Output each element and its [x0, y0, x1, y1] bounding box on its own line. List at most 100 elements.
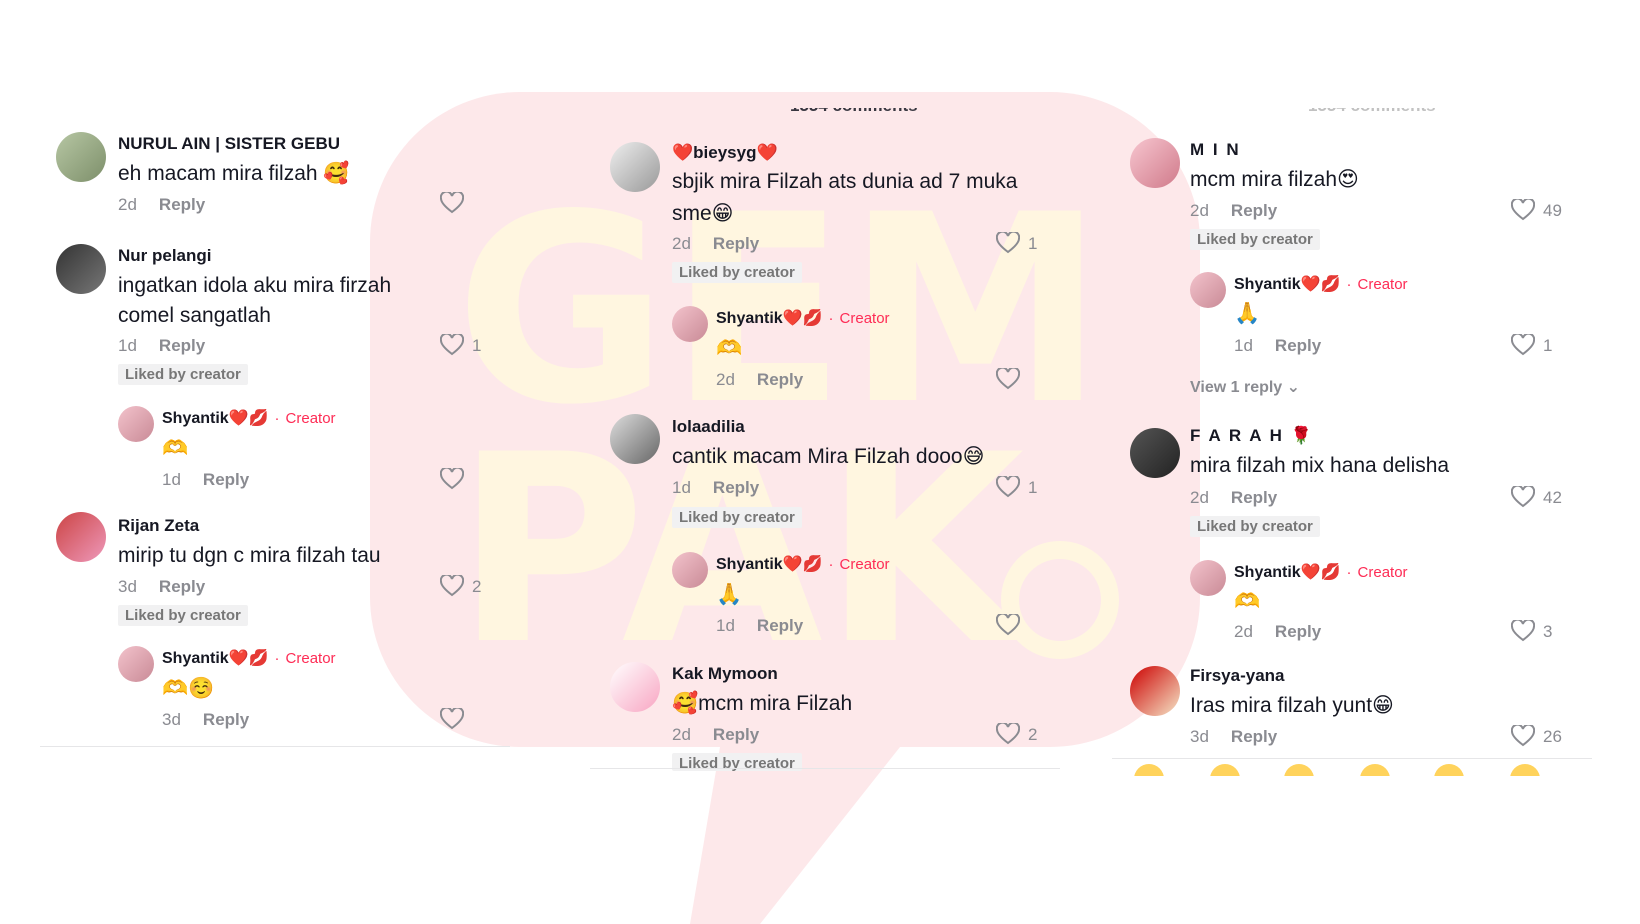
- reply-button[interactable]: Reply: [159, 336, 205, 355]
- like-heart-icon[interactable]: [1511, 486, 1535, 508]
- liked-by-creator-badge: Liked by creator: [1190, 229, 1320, 250]
- avatar[interactable]: [610, 414, 660, 464]
- like-heart-icon[interactable]: [440, 468, 464, 490]
- comment-time: 1d: [1234, 336, 1253, 355]
- reply-button[interactable]: Reply: [203, 710, 249, 729]
- comment-time: 1d: [162, 470, 181, 489]
- username[interactable]: Firsya-yana: [1190, 666, 1285, 686]
- liked-by-creator-badge: Liked by creator: [118, 364, 248, 385]
- username[interactable]: Kak Mymoon: [672, 664, 778, 684]
- comment-meta: 2d Reply: [1190, 201, 1277, 221]
- avatar[interactable]: [56, 244, 106, 294]
- username-text: Shyantik❤️💋: [162, 650, 269, 667]
- like-heart-icon[interactable]: [996, 232, 1020, 254]
- comment-time: 1d: [118, 336, 137, 355]
- reply-button[interactable]: Reply: [203, 470, 249, 489]
- divider: [40, 746, 510, 747]
- username[interactable]: Nur pelangi: [118, 246, 212, 266]
- like-heart-icon[interactable]: [996, 476, 1020, 498]
- reply-button[interactable]: Reply: [1231, 727, 1277, 746]
- comment-meta: 2d Reply: [1190, 488, 1277, 508]
- divider: [590, 768, 1060, 769]
- avatar[interactable]: [1130, 666, 1180, 716]
- comment-time: 3d: [118, 577, 137, 596]
- username[interactable]: ❤️bieysyg❤️: [672, 143, 778, 163]
- avatar[interactable]: [1130, 138, 1180, 188]
- reply-button[interactable]: Reply: [1275, 622, 1321, 641]
- avatar[interactable]: [56, 512, 106, 562]
- username-text: Shyantik❤️💋: [716, 310, 823, 327]
- reply-button[interactable]: Reply: [713, 725, 759, 744]
- comment-text: 🥰mcm mira Filzah: [672, 692, 853, 715]
- reply-button[interactable]: Reply: [1275, 336, 1321, 355]
- like-count: 3: [1543, 622, 1553, 641]
- like-count: 1: [1028, 234, 1038, 253]
- reply-button[interactable]: Reply: [757, 370, 803, 389]
- reply-button[interactable]: Reply: [159, 195, 205, 214]
- like-heart-icon[interactable]: [440, 575, 464, 597]
- username-text: Shyantik❤️💋: [1234, 564, 1341, 581]
- emoji-icon[interactable]: [1210, 764, 1240, 776]
- like-heart-icon[interactable]: [1511, 199, 1535, 221]
- username[interactable]: M I N: [1190, 140, 1241, 160]
- reply-button[interactable]: Reply: [713, 478, 759, 497]
- creator-badge: Creator: [285, 410, 336, 427]
- comment-text: 🫶: [716, 337, 743, 360]
- avatar[interactable]: [672, 306, 708, 342]
- like-heart-icon[interactable]: [440, 192, 464, 214]
- emoji-icon[interactable]: [1434, 764, 1464, 776]
- reply-button[interactable]: Reply: [713, 234, 759, 253]
- view-replies-label: View 1 reply: [1190, 379, 1283, 396]
- emoji-icon[interactable]: [1134, 764, 1164, 776]
- username[interactable]: NURUL AIN | SISTER GEBU: [118, 134, 340, 154]
- comment-text: Iras mira filzah yunt😁: [1190, 694, 1394, 717]
- comment-time: 1d: [716, 616, 735, 635]
- like-count: 49: [1543, 201, 1562, 220]
- comment-meta: 1d Reply: [118, 336, 205, 356]
- emoji-icon[interactable]: [1510, 764, 1540, 776]
- comments-count-header: 1554 comments: [1308, 96, 1436, 115]
- username[interactable]: Shyantik❤️💋 · Creator: [162, 408, 336, 428]
- comment-text: eh macam mira filzah 🥰: [118, 162, 350, 185]
- avatar[interactable]: [1130, 428, 1180, 478]
- like-heart-icon[interactable]: [1511, 725, 1535, 747]
- liked-by-creator-badge: Liked by creator: [672, 507, 802, 528]
- like-count: 42: [1543, 488, 1562, 507]
- like-count: 26: [1543, 727, 1562, 746]
- avatar[interactable]: [118, 646, 154, 682]
- like-heart-icon[interactable]: [996, 614, 1020, 636]
- reply-button[interactable]: Reply: [1231, 488, 1277, 507]
- liked-by-creator-badge: Liked by creator: [1190, 516, 1320, 537]
- username[interactable]: Shyantik❤️💋 · Creator: [162, 648, 336, 668]
- username[interactable]: Rijan Zeta: [118, 516, 199, 536]
- like-heart-icon[interactable]: [1511, 334, 1535, 356]
- emoji-icon[interactable]: [1284, 764, 1314, 776]
- username[interactable]: Shyantik❤️💋 · Creator: [1234, 562, 1408, 582]
- reply-button[interactable]: Reply: [159, 577, 205, 596]
- like-heart-icon[interactable]: [1511, 620, 1535, 642]
- like-heart-icon[interactable]: [996, 368, 1020, 390]
- avatar[interactable]: [672, 552, 708, 588]
- avatar[interactable]: [56, 132, 106, 182]
- avatar[interactable]: [610, 662, 660, 712]
- username[interactable]: Shyantik❤️💋 · Creator: [716, 554, 890, 574]
- avatar[interactable]: [118, 406, 154, 442]
- comment-text: 🫶: [162, 437, 189, 460]
- reply-button[interactable]: Reply: [1231, 201, 1277, 220]
- reply-button[interactable]: Reply: [757, 616, 803, 635]
- username[interactable]: F A R A H 🌹: [1190, 426, 1314, 446]
- emoji-icon[interactable]: [1360, 764, 1390, 776]
- like-heart-icon[interactable]: [996, 723, 1020, 745]
- like-heart-icon[interactable]: [440, 708, 464, 730]
- username[interactable]: Shyantik❤️💋 · Creator: [1234, 274, 1408, 294]
- avatar[interactable]: [610, 142, 660, 192]
- username[interactable]: Shyantik❤️💋 · Creator: [716, 308, 890, 328]
- avatar[interactable]: [1190, 272, 1226, 308]
- view-replies-button[interactable]: View 1 reply ⌄: [1190, 377, 1300, 397]
- liked-by-creator-badge: Liked by creator: [672, 262, 802, 283]
- username[interactable]: lolaadilia: [672, 417, 745, 437]
- comment-meta: 2d Reply: [716, 370, 803, 390]
- comments-column-3: 1554 comments M I N mcm mira filzah😍 2d R…: [1112, 0, 1592, 924]
- avatar[interactable]: [1190, 560, 1226, 596]
- like-heart-icon[interactable]: [440, 334, 464, 356]
